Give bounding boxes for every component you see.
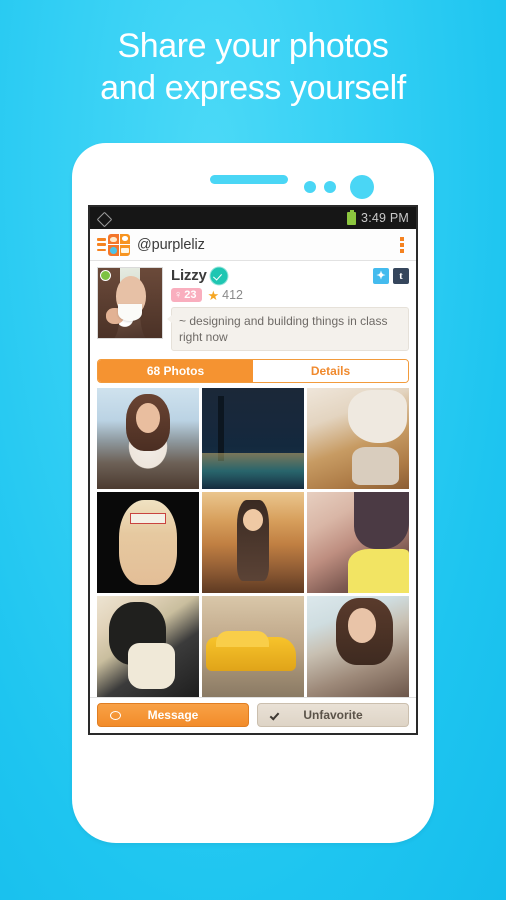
photo-thumbnail[interactable] — [202, 596, 304, 698]
earpiece-speaker — [210, 175, 288, 184]
photo-thumbnail[interactable] — [202, 492, 304, 594]
gender-age-badge: ♀ 23 — [171, 288, 202, 302]
proximity-sensor-icon — [304, 181, 316, 193]
twitter-icon[interactable]: ✦ — [373, 267, 389, 284]
photo-grid — [97, 388, 409, 713]
photo-thumbnail[interactable] — [307, 388, 409, 490]
phone-device: 3:49 PM @purpleliz Lizzy ✦ t ♀ 23 ★ 412 … — [72, 143, 434, 843]
profile-name: Lizzy — [171, 267, 207, 284]
unfavorite-button-label: Unfavorite — [303, 708, 363, 722]
tab-photos[interactable]: 68 Photos — [98, 360, 253, 383]
photo-thumbnail[interactable] — [202, 388, 304, 490]
overflow-menu-icon[interactable] — [395, 236, 409, 254]
globe-tile-icon — [108, 245, 119, 256]
profile-stats: ♀ 23 ★ 412 — [171, 288, 409, 302]
location-icon — [97, 212, 110, 225]
message-button[interactable]: Message — [97, 703, 249, 727]
segmented-tabs: 68 Photos Details — [97, 359, 409, 384]
photo-thumbnail[interactable] — [97, 388, 199, 490]
front-camera-icon — [350, 175, 374, 199]
light-sensor-icon — [324, 181, 336, 193]
photo-thumbnail[interactable] — [97, 492, 199, 594]
app-bar: @purpleliz — [90, 229, 416, 261]
chat-tile-icon — [119, 233, 130, 244]
status-bar: 3:49 PM — [90, 207, 416, 229]
check-icon — [269, 709, 280, 721]
page-title: Share your photos and express yourself — [0, 26, 506, 110]
status-bubble: ~ designing and building things in class… — [167, 307, 409, 352]
tab-details[interactable]: Details — [253, 360, 408, 383]
age-value: 23 — [184, 289, 197, 301]
verified-badge-icon — [211, 268, 226, 283]
status-bar-right: 3:49 PM — [347, 209, 409, 225]
star-count-value: 412 — [222, 288, 244, 302]
app-bar-title: @purpleliz — [137, 236, 205, 253]
star-count-stat: ★ 412 — [208, 288, 244, 302]
message-button-label: Message — [147, 708, 199, 722]
hamburger-icon[interactable] — [97, 238, 106, 251]
action-bar: Message Unfavorite — [90, 697, 416, 733]
avatar[interactable] — [97, 267, 163, 339]
venus-icon: ♀ — [174, 288, 183, 301]
social-links: ✦ t — [373, 267, 409, 284]
photo-thumbnail[interactable] — [307, 492, 409, 594]
profile-name-row: Lizzy ✦ t — [171, 267, 409, 284]
battery-icon — [347, 209, 357, 225]
photo-thumbnail[interactable] — [97, 596, 199, 698]
avatar-cup — [118, 304, 142, 321]
app-logo-icon[interactable] — [108, 233, 130, 256]
cat-tile-icon — [108, 233, 119, 244]
tumblr-icon[interactable]: t — [393, 267, 409, 284]
headline-line-1: Share your photos — [117, 27, 389, 65]
photo-thumbnail[interactable] — [307, 596, 409, 698]
headline-line-2: and express yourself — [100, 68, 406, 107]
star-icon: ★ — [207, 287, 220, 303]
profile-header: Lizzy ✦ t ♀ 23 ★ 412 ~ designing and bui… — [90, 261, 416, 356]
card-tile-icon — [119, 245, 130, 256]
unfavorite-button[interactable]: Unfavorite — [257, 703, 409, 727]
status-clock: 3:49 PM — [361, 211, 409, 225]
phone-screen: 3:49 PM @purpleliz Lizzy ✦ t ♀ 23 ★ 412 … — [88, 205, 418, 735]
chat-bubble-icon — [110, 710, 121, 720]
online-status-dot — [100, 270, 111, 281]
profile-details: Lizzy ✦ t ♀ 23 ★ 412 ~ designing and bui… — [163, 267, 409, 352]
